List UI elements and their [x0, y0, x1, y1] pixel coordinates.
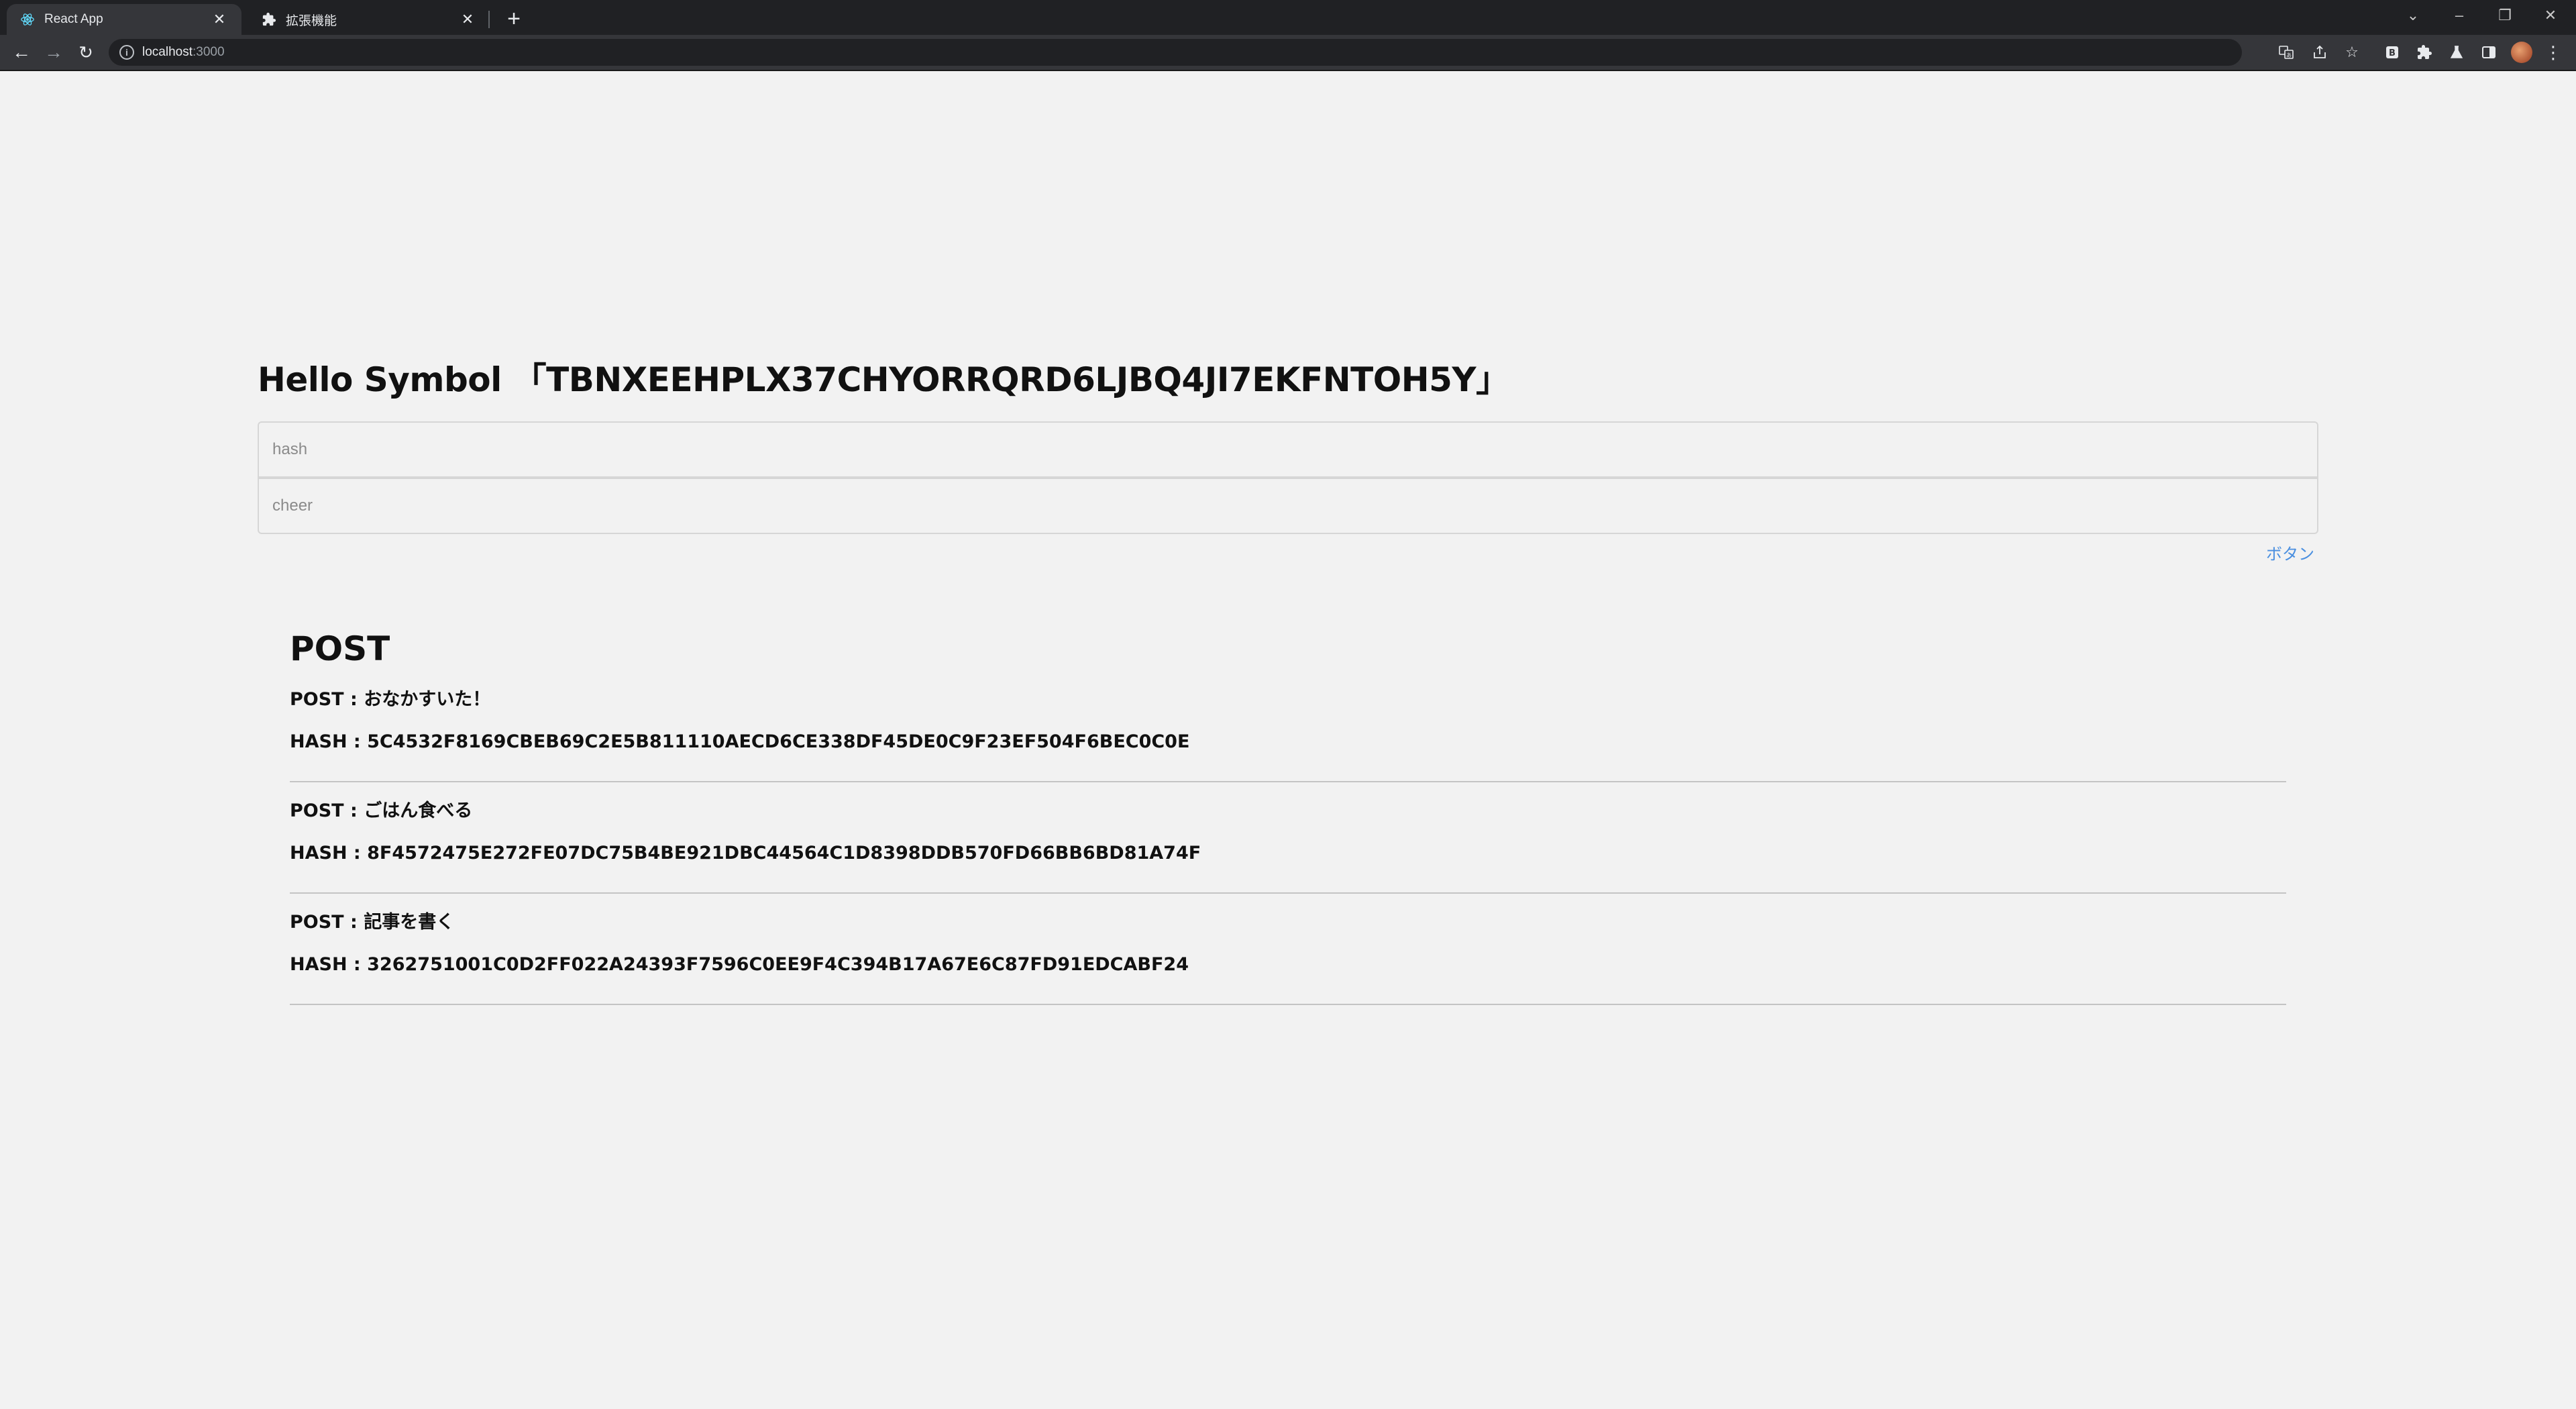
chrome-bottom-border: [0, 70, 2576, 71]
window-close-icon[interactable]: ✕: [2528, 0, 2573, 31]
tab-react-app[interactable]: React App ✕: [7, 4, 241, 35]
profile-avatar[interactable]: [2511, 42, 2532, 63]
post-hash: HASH : 3262751001C0D2FF022A24393F7596C0E…: [290, 954, 1189, 975]
svg-text:あ: あ: [2286, 52, 2292, 58]
submit-button[interactable]: ボタン: [2254, 541, 2314, 564]
bookmark-star-icon[interactable]: ☆: [2341, 42, 2363, 63]
tab-title: 拡張機能: [286, 13, 337, 28]
address-bar[interactable]: i localhost:3000: [109, 39, 2242, 66]
post-section-heading: POST: [290, 629, 390, 668]
page-title: Hello Symbol 「TBNXEEHPLX37CHYORRQRD6LJBQ…: [258, 360, 1509, 399]
tab-title: React App: [44, 12, 103, 26]
minimize-icon[interactable]: –: [2436, 0, 2482, 31]
close-icon[interactable]: ✕: [211, 11, 228, 28]
new-tab-icon[interactable]: +: [502, 6, 526, 32]
tab-divider: [488, 11, 490, 28]
post-item: POST : おなかすいた！ HASH : 5C4532F8169CBEB69C…: [290, 671, 2286, 782]
extensions-puzzle-icon[interactable]: [2414, 42, 2435, 63]
extension-b-icon[interactable]: B: [2381, 42, 2403, 63]
tab-search-icon[interactable]: ⌄: [2390, 0, 2436, 31]
info-icon[interactable]: i: [119, 45, 134, 60]
post-item: POST : 記事を書く HASH : 3262751001C0D2FF022A…: [290, 894, 2286, 1005]
url-port: :3000: [193, 45, 225, 59]
back-icon[interactable]: ←: [9, 40, 34, 64]
restore-icon[interactable]: ❐: [2482, 0, 2528, 31]
post-item: POST : ごはん食べる HASH : 8F4572475E272FE07DC…: [290, 782, 2286, 894]
reload-icon[interactable]: ↻: [74, 40, 98, 64]
svg-text:B: B: [2389, 48, 2396, 58]
hash-input[interactable]: [258, 421, 2318, 478]
post-text: POST : おなかすいた！: [290, 689, 491, 710]
post-hash: HASH : 5C4532F8169CBEB69C2E5B811110AECD6…: [290, 731, 1190, 752]
forward-icon[interactable]: →: [42, 40, 66, 64]
puzzle-icon: [262, 12, 276, 27]
close-icon[interactable]: ✕: [459, 11, 476, 28]
menu-kebab-icon[interactable]: ⋮: [2542, 42, 2564, 63]
side-panel-icon[interactable]: [2478, 42, 2500, 63]
cheer-input[interactable]: [258, 478, 2318, 534]
post-text: POST : 記事を書く: [290, 912, 455, 933]
post-hash: HASH : 8F4572475E272FE07DC75B4BE921DBC44…: [290, 843, 1201, 864]
tab-extensions[interactable]: 拡張機能 ✕: [248, 4, 490, 35]
translate-icon[interactable]: あ: [2275, 42, 2297, 63]
labs-flask-icon[interactable]: [2446, 42, 2467, 63]
share-icon[interactable]: [2309, 42, 2330, 63]
url-host: localhost: [142, 45, 193, 59]
browser-toolbar: ← → ↻ i localhost:3000 あ ☆ B ⋮: [0, 35, 2576, 70]
react-icon: [20, 12, 35, 27]
post-text: POST : ごはん食べる: [290, 800, 473, 821]
browser-tab-bar: React App ✕ 拡張機能 ✕ + ⌄ – ❐ ✕: [0, 0, 2576, 35]
